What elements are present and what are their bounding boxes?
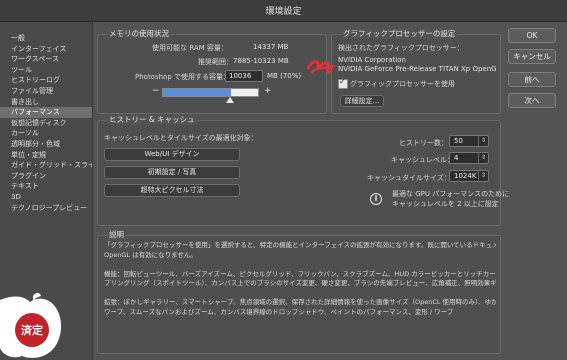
sidebar-item[interactable]: ツール [0, 65, 92, 76]
gpu-panel-title: グラフィックプロセッサーの設定 [341, 28, 458, 39]
next-button[interactable]: 次へ [508, 93, 556, 108]
info-text-1: 最適な GPU パフォーマンスのために [392, 190, 510, 198]
huge-pixel-dimensions-button[interactable]: 超特大ピクセル寸法 [104, 184, 240, 197]
history-states-value: 50 [454, 137, 463, 145]
cache-levels-label: キャッシュレベル： [391, 156, 454, 164]
optimize-label: キャッシュレベルとタイルサイズの最適化対象： [104, 134, 258, 142]
description-line [104, 260, 496, 270]
cache-levels-value: 4 [454, 154, 459, 162]
annotation-mark-icon [306, 60, 336, 74]
ok-button[interactable]: OK [508, 28, 556, 43]
sidebar-item[interactable]: ファイル管理 [0, 86, 92, 97]
checkmark-icon: ✓ [339, 77, 346, 86]
ideal-range-label: 推奨範囲： [198, 58, 233, 66]
sidebar-item[interactable]: カーソル [0, 128, 92, 139]
sidebar-item[interactable]: テクノロジープレビュー [0, 203, 92, 214]
advanced-settings-button[interactable]: 詳細設定... [340, 95, 384, 107]
memory-panel-title: メモリの使用状況 [107, 28, 171, 39]
memory-usage-input[interactable]: 10036 [225, 70, 263, 82]
description-line: OpenGL は有効になりません。 [104, 250, 197, 259]
info-text-2: キャッシュレベルを 2 以上に設定 [392, 200, 499, 208]
sidebar-item[interactable]: ワークスペース [0, 54, 92, 65]
tile-size-value: 1024K [454, 172, 477, 180]
cache-levels-select[interactable]: 4 ⇕ [449, 152, 489, 164]
preferences-window: 環境設定 一般 インターフェイス ワークスペース ツール ヒストリーログ ファイル管理 書き… [0, 0, 567, 360]
description-line: プリングリング（スポイトツール）、カンバス上でのブラシのサイズ変更、硬さ変更、ブ… [104, 279, 496, 287]
description-line: ワープ、スムーズなパンおよびズーム、カンバス境界線のドロップシャドウ、ペイントの… [104, 307, 454, 316]
site-logo: 済定 [0, 293, 62, 358]
use-gpu-checkbox[interactable]: ✓ [338, 77, 348, 89]
gpu-model: NVIDIA GeForce Pre-Release TITAN Xp Open… [338, 65, 496, 73]
sidebar-item[interactable]: テキスト [0, 181, 92, 192]
tile-size-label: キャッシュタイルサイズ： [367, 174, 451, 182]
chevron-updown-icon: ⇕ [478, 136, 488, 146]
sidebar-item[interactable]: 書き出し [0, 97, 92, 108]
memory-slider-track[interactable] [162, 88, 259, 97]
ideal-range-value: 7885-10323 MB [233, 57, 289, 65]
description-line: 「グラフィックプロセッサーを使用」を選択すると、特定の機能とインターフェイスの拡… [104, 241, 496, 249]
description-line [104, 289, 496, 299]
usage-label: Photoshop で使用する容量： [135, 73, 231, 81]
previous-button[interactable]: 前へ [508, 72, 556, 87]
title-bar: 環境設定 [0, 0, 567, 22]
cancel-button[interactable]: キャンセル [508, 49, 556, 64]
sidebar-item[interactable]: ヒストリーログ [0, 75, 92, 86]
history-cache-title: ヒストリー & キャッシュ [107, 114, 197, 125]
tile-size-select[interactable]: 1024K ⇕ [449, 170, 489, 182]
chevron-updown-icon: ⇕ [478, 171, 488, 181]
memory-slider-thumb[interactable] [225, 97, 234, 103]
detected-gpu-label: 検出されたグラフィックプロセッサー： [338, 44, 464, 52]
sidebar-item[interactable]: 一般 [0, 33, 92, 44]
sidebar-item[interactable]: 単位・定規 [0, 150, 92, 161]
chevron-updown-icon: ⇕ [478, 153, 488, 163]
gpu-vendor: NVIDIA Corporation [338, 56, 406, 64]
use-gpu-label: グラフィックプロセッサーを使用 [350, 80, 455, 88]
description-line: 機能：回転ビューツール、バーズアイズーム、ピクセルグリッド、フリックパン、スクラ… [104, 269, 496, 278]
window-title: 環境設定 [265, 7, 302, 17]
description-title: 説明 [107, 229, 126, 240]
default-photo-button[interactable]: 初期設定 / 写真 [104, 166, 240, 179]
sidebar-item[interactable]: パフォーマンス [0, 107, 92, 118]
sidebar-item[interactable]: 仮想記憶ディスク [0, 118, 92, 129]
slider-plus[interactable]: + [264, 86, 272, 96]
web-ui-design-button[interactable]: Web/UI デザイン [104, 148, 240, 161]
description-text: 「グラフィックプロセッサーを使用」を選択すると、特定の機能とインターフェイスの拡… [104, 241, 496, 349]
available-ram-value: 14337 MB [253, 43, 289, 51]
sidebar-item[interactable]: インターフェイス [0, 44, 92, 55]
sidebar-item[interactable]: 3D [0, 192, 92, 203]
history-states-label: ヒストリー数： [399, 139, 448, 147]
available-ram-label: 使用可能な RAM 容量： [152, 44, 228, 52]
sidebar-item[interactable]: プラグイン [0, 171, 92, 182]
memory-usage-unit: MB (70%) [267, 72, 302, 80]
sidebar-item[interactable]: 透明部分・色域 [0, 139, 92, 150]
svg-text:済定: 済定 [21, 323, 43, 337]
memory-slider-fill [163, 89, 231, 96]
slider-minus[interactable]: − [152, 86, 160, 96]
info-icon: i [370, 193, 382, 205]
description-line: 拡張：ぼかしギャラリー、スマートシャープ、焦点領域の選択、保存された詳細情報を使… [104, 298, 496, 306]
sidebar-item[interactable]: ガイド・グリッド・スライス [0, 160, 92, 171]
history-states-select[interactable]: 50 ⇕ [449, 135, 489, 147]
sidebar-list: 一般 インターフェイス ワークスペース ツール ヒストリーログ ファイル管理 書き出し パフォ… [0, 33, 92, 213]
